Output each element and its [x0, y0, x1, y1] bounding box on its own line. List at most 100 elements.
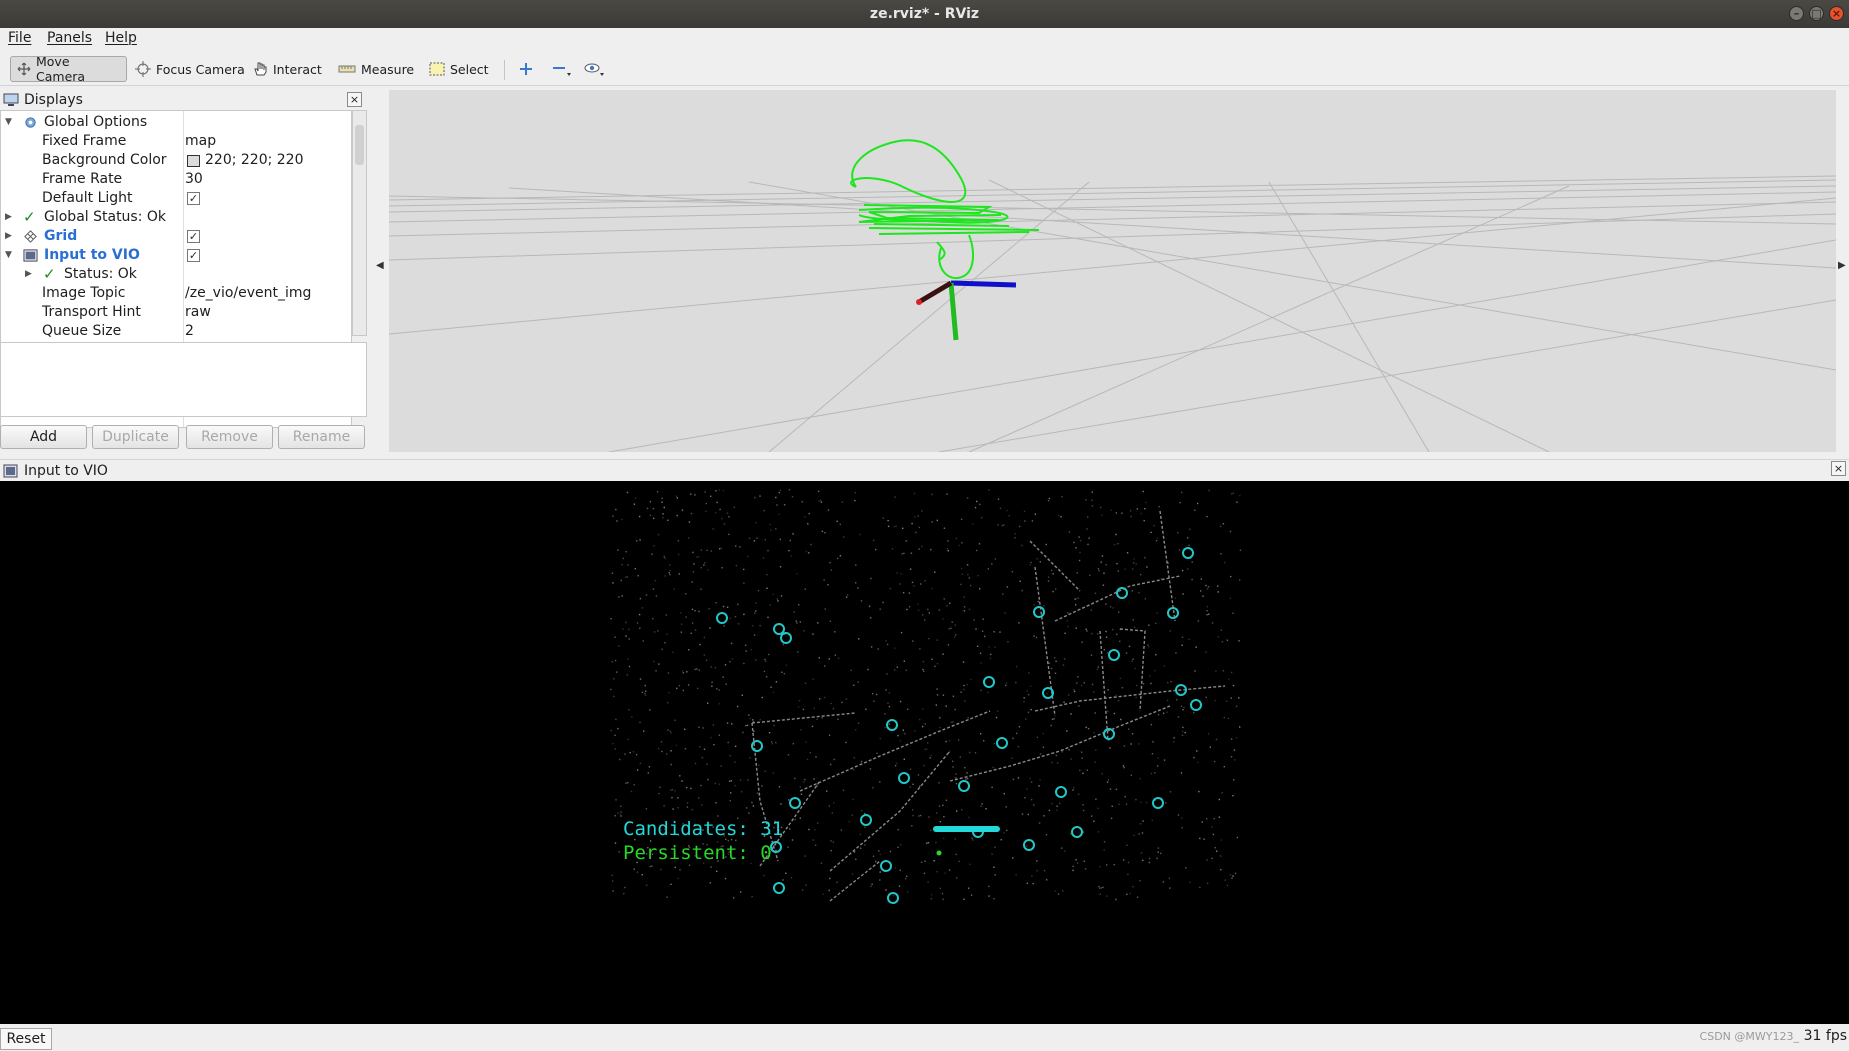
tree-value[interactable]: map: [185, 133, 216, 149]
expand-arrow-icon[interactable]: ▶: [5, 231, 15, 241]
remove-display-button[interactable]: Remove: [186, 425, 273, 449]
event-pixel: [731, 723, 733, 725]
event-pixel: [628, 628, 630, 631]
maximize-icon[interactable]: □: [1809, 6, 1824, 21]
event-pixel: [872, 855, 875, 857]
interact-button[interactable]: Interact: [246, 56, 328, 82]
collapse-arrow-icon[interactable]: ▼: [5, 117, 15, 127]
menu-panels[interactable]: Panels: [47, 30, 92, 46]
default-light-checkbox[interactable]: ✓: [187, 192, 200, 205]
event-pixel: [871, 883, 873, 885]
rename-display-button[interactable]: Rename: [278, 425, 365, 449]
event-pixel: [950, 627, 952, 629]
tree-label: Queue Size: [42, 323, 122, 339]
add-display-button[interactable]: Add: [0, 425, 87, 449]
event-pixel: [1169, 887, 1171, 889]
event-pixel: [1082, 809, 1085, 812]
event-pixel: [1169, 630, 1171, 632]
3d-viewport[interactable]: [388, 90, 1837, 453]
event-pixel: [751, 801, 753, 804]
duplicate-display-button[interactable]: Duplicate: [92, 425, 179, 449]
menu-file[interactable]: File: [8, 30, 31, 46]
event-pixel: [1017, 745, 1020, 748]
tree-row-status[interactable]: ▶ ✓ Status: Ok: [1, 265, 351, 284]
event-pixel: [896, 666, 898, 668]
menu-help[interactable]: Help: [105, 30, 137, 46]
tree-value[interactable]: 30: [185, 171, 203, 187]
scrollbar-thumb[interactable]: [355, 125, 364, 165]
grid-checkbox[interactable]: ✓: [187, 230, 200, 243]
check-status-icon: ✓: [43, 265, 56, 283]
event-pixel: [927, 742, 929, 744]
event-pixel: [777, 600, 779, 602]
event-pixel: [677, 540, 680, 542]
collapse-arrow-icon[interactable]: ▼: [5, 250, 15, 260]
tree-row-global-status[interactable]: ▶ ✓ Global Status: Ok: [1, 208, 351, 227]
minimize-icon[interactable]: –: [1789, 6, 1804, 21]
tree-row-fixed-frame[interactable]: Fixed Frame map: [1, 132, 351, 151]
event-pixel: [1110, 509, 1113, 511]
expand-arrow-icon[interactable]: ▶: [25, 269, 35, 279]
event-pixel: [1047, 500, 1050, 502]
event-image-view[interactable]: Candidates: 31 Persistent: 0: [0, 481, 1849, 1024]
event-pixel: [1132, 619, 1134, 621]
event-pixel: [968, 816, 970, 819]
displays-title: Displays: [24, 92, 83, 108]
event-pixel: [1135, 696, 1137, 699]
event-pixel: [1232, 875, 1234, 877]
event-pixel: [720, 765, 722, 767]
event-pixel: [669, 573, 671, 576]
image-panel-close-icon[interactable]: ×: [1831, 461, 1846, 476]
tree-row-queue-size[interactable]: Queue Size 2: [1, 322, 351, 341]
input-to-vio-checkbox[interactable]: ✓: [187, 249, 200, 262]
tree-row-input-to-vio[interactable]: ▼ Input to VIO ✓: [1, 246, 351, 265]
tree-value[interactable]: raw: [185, 304, 211, 320]
views-tool-button[interactable]: [578, 56, 612, 82]
event-pixel: [631, 716, 633, 718]
add-tool-button[interactable]: [513, 56, 539, 82]
tree-row-frame-rate[interactable]: Frame Rate 30: [1, 170, 351, 189]
move-camera-button[interactable]: Move Camera: [10, 54, 127, 84]
event-pixel: [902, 592, 905, 594]
event-pixel: [701, 756, 704, 759]
event-pixel: [1097, 666, 1100, 668]
feature-marker: [751, 740, 763, 752]
event-pixel: [745, 725, 747, 727]
tree-value[interactable]: 2: [185, 323, 194, 339]
tree-row-image-topic[interactable]: Image Topic /ze_vio/event_img: [1, 284, 351, 303]
displays-close-icon[interactable]: ×: [347, 92, 362, 107]
event-pixel: [1064, 850, 1066, 852]
color-swatch[interactable]: [187, 155, 200, 167]
event-pixel: [902, 729, 904, 731]
event-pixel: [752, 720, 755, 723]
tree-scrollbar[interactable]: [352, 110, 367, 336]
measure-button[interactable]: Measure: [332, 56, 420, 82]
focus-camera-button[interactable]: Focus Camera: [129, 56, 251, 82]
tree-row-default-light[interactable]: Default Light ✓: [1, 189, 351, 208]
event-pixel: [646, 507, 649, 510]
tree-row-transport-hint[interactable]: Transport Hint raw: [1, 303, 351, 322]
close-icon[interactable]: ×: [1829, 6, 1844, 21]
event-pixel: [1206, 859, 1208, 861]
remove-tool-button[interactable]: [546, 56, 578, 82]
tree-value[interactable]: /ze_vio/event_img: [185, 285, 311, 301]
event-pixel: [723, 523, 726, 525]
feature-marker: [1071, 826, 1083, 838]
expand-arrow-icon[interactable]: ▶: [5, 212, 15, 222]
collapse-left-arrow-icon[interactable]: ◀: [376, 260, 384, 271]
event-pixel: [1081, 757, 1083, 759]
feature-marker: [773, 623, 785, 635]
event-pixel: [1182, 709, 1184, 711]
tree-row-background-color[interactable]: Background Color 220; 220; 220: [1, 151, 351, 170]
reset-button[interactable]: Reset: [0, 1028, 52, 1050]
select-button[interactable]: Select: [423, 56, 495, 82]
tree-row-grid[interactable]: ▶ Grid ✓: [1, 227, 351, 246]
event-pixel: [988, 895, 990, 897]
event-pixel: [1230, 671, 1233, 674]
tree-value[interactable]: 220; 220; 220: [205, 152, 304, 168]
event-pixel: [919, 814, 922, 817]
tree-row-global-options[interactable]: ▼ Global Options: [1, 113, 351, 132]
collapse-right-arrow-icon[interactable]: ▶: [1838, 260, 1846, 271]
feature-marker: [996, 737, 1008, 749]
event-pixel: [684, 728, 686, 730]
